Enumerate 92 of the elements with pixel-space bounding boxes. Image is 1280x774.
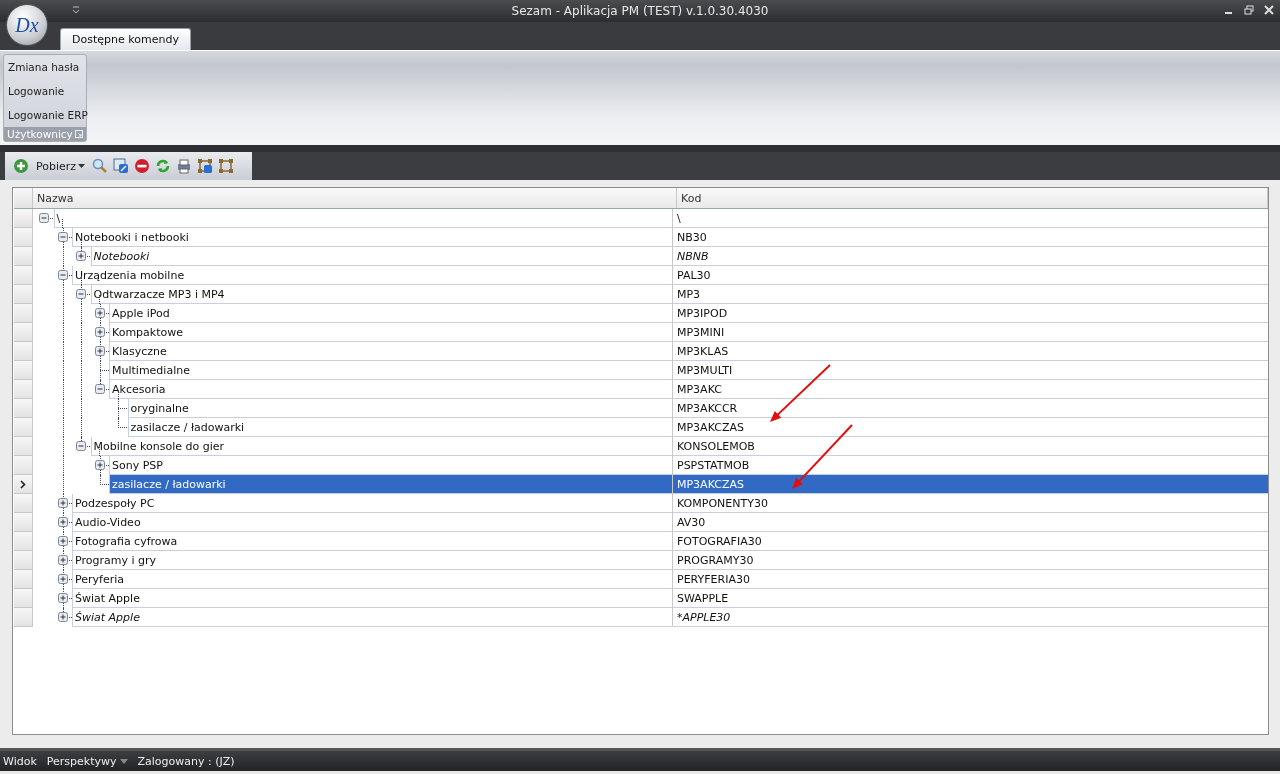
expand-icon[interactable] (57, 536, 68, 546)
tree-item[interactable]: \ (53, 209, 672, 228)
table-cell: FOTOGRAFIA30 (673, 532, 1268, 551)
restore-icon[interactable] (1244, 5, 1254, 15)
expand-icon[interactable] (76, 251, 86, 261)
table-cell: MP3IPOD (673, 304, 1268, 323)
table-cell: *APPLE30 (673, 608, 1268, 627)
table-cell: MP3KLAS (673, 342, 1268, 361)
search-icon[interactable] (92, 158, 109, 174)
tree-item[interactable]: Programy i gry (72, 551, 672, 570)
tree-item[interactable]: Odtwarzacze MP3 i MP4 (90, 285, 672, 304)
table-cell: MP3AKCCR (673, 399, 1268, 418)
tree-item[interactable]: Świat Apple (72, 589, 672, 608)
caret-icon (78, 164, 86, 168)
tree-item[interactable]: Kompaktowe (109, 323, 672, 342)
table-cell: AV30 (673, 513, 1268, 532)
table-cell: SWAPPLE (673, 589, 1268, 608)
launcher-icon[interactable] (75, 130, 83, 138)
tree-item[interactable]: zasilacze / ładowarki (127, 418, 672, 437)
expand-icon[interactable] (94, 308, 105, 318)
table-cell: NBNB (673, 247, 1268, 266)
tree-item[interactable]: Podzespoły PC (72, 494, 672, 513)
table-cell: NB30 (673, 228, 1268, 247)
expand-icon[interactable] (94, 460, 105, 470)
group-title: Użytkownicy (7, 128, 73, 140)
collapse-icon[interactable] (57, 270, 68, 280)
tree-item[interactable]: zasilacze / ładowarki (109, 475, 672, 494)
caret-icon (119, 758, 128, 764)
table-cell: MP3MULTI (673, 361, 1268, 380)
tree-item[interactable]: Notebooki i netbooki (72, 228, 672, 247)
corner-header (14, 188, 33, 208)
tree-item[interactable]: Audio-Video (72, 513, 672, 532)
tree-item[interactable]: Peryferia (72, 570, 672, 589)
ribbon-tab[interactable]: Dostępne komendy (60, 28, 191, 50)
tree-item[interactable]: Mobilne konsole do gier (90, 437, 672, 456)
user-status: Zalogowany : (JZ) (137, 754, 235, 768)
collapse-icon[interactable] (76, 441, 86, 451)
column-header[interactable]: Kod (677, 188, 1268, 208)
status-label: Widok (3, 754, 37, 768)
close-icon[interactable] (1264, 5, 1274, 15)
table-cell: MP3MINI (673, 323, 1268, 342)
row-header[interactable] (14, 475, 33, 494)
table-cell: PERYFERIA30 (673, 570, 1268, 589)
expand-icon[interactable] (57, 517, 68, 527)
printer-icon[interactable] (176, 158, 193, 174)
table-cell: PROGRAMY30 (673, 551, 1268, 570)
dropdown-icon[interactable] (72, 6, 80, 14)
tree-item[interactable]: oryginalne (127, 399, 672, 418)
app-logo[interactable]: Dx (6, 4, 48, 46)
tree-item[interactable]: Apple iPod (109, 304, 672, 323)
table-cell: PAL30 (673, 266, 1268, 285)
expand-icon[interactable] (57, 498, 68, 508)
edit-icon[interactable] (113, 158, 130, 174)
table-cell: KONSOLEMOB (673, 437, 1268, 456)
ribbon-command[interactable]: Logowanie ERP (8, 109, 86, 121)
expand-icon[interactable] (94, 327, 105, 337)
table-cell: MP3AKC (673, 380, 1268, 399)
tree-item[interactable]: Multimedialne (109, 361, 672, 380)
collapse-icon[interactable] (76, 289, 86, 299)
expand-icon[interactable] (57, 593, 68, 603)
expand-icon[interactable] (94, 346, 105, 356)
column-header[interactable]: Nazwa (33, 188, 677, 208)
add-icon[interactable] (13, 158, 29, 174)
tree-item[interactable]: Notebooki (90, 247, 672, 266)
tree-item[interactable]: Fotografia cyfrowa (72, 532, 672, 551)
annotation-arrow (792, 424, 853, 489)
current-row-icon (20, 479, 26, 489)
table-cell: MP3AKCZAS (673, 418, 1268, 437)
table-cell: MP3AKCZAS (673, 475, 1268, 494)
ribbon-command[interactable]: Zmiana hasła (8, 61, 86, 73)
perspectives-menu[interactable]: Perspektywy (46, 754, 128, 768)
tree-item[interactable]: Akcesoria (109, 380, 672, 399)
window-title: Sezam - Aplikacja PM (TEST) v.1.0.30.4030 (510, 4, 770, 18)
expand-icon[interactable] (57, 555, 68, 565)
tree-item[interactable]: Świat Apple (72, 608, 672, 627)
nodes-icon[interactable] (218, 158, 235, 174)
collapse-icon[interactable] (57, 232, 68, 242)
tree-item[interactable]: Klasyczne (109, 342, 672, 361)
expand-icon[interactable] (57, 612, 68, 622)
ribbon-command[interactable]: Logowanie (8, 85, 86, 97)
collapse-icon[interactable] (94, 384, 105, 394)
node-edit-icon[interactable] (197, 158, 214, 174)
table-cell: \ (673, 209, 1268, 228)
tree-item[interactable]: Urządzenia mobilne (72, 266, 672, 285)
collapse-icon[interactable] (39, 213, 49, 223)
delete-icon[interactable] (134, 158, 151, 174)
annotation-arrow (770, 364, 831, 422)
table-cell: KOMPONENTY30 (673, 494, 1268, 513)
table-cell: MP3 (673, 285, 1268, 304)
expand-icon[interactable] (57, 574, 68, 584)
fetch-dropdown[interactable]: Pobierz (34, 159, 88, 173)
refresh-icon[interactable] (155, 158, 172, 174)
